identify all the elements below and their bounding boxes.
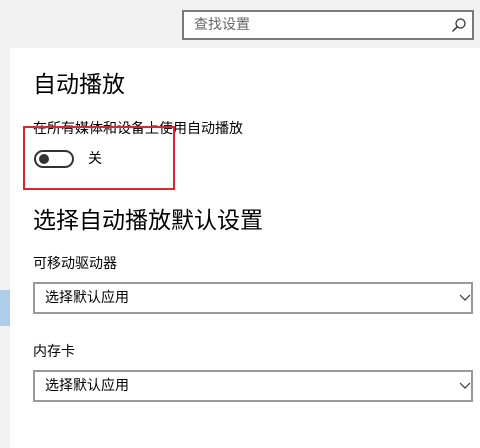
memory-card-dropdown[interactable]: 选择默认应用: [33, 370, 473, 402]
defaults-section-title: 选择自动播放默认设置: [33, 208, 263, 234]
autoplay-toggle-label: 在所有媒体和设备上使用自动播放: [33, 121, 243, 137]
nav-selected-indicator: [0, 290, 10, 326]
removable-drive-dropdown[interactable]: 选择默认应用: [33, 282, 473, 314]
top-bar: [0, 0, 480, 48]
navigation-strip: [0, 48, 10, 448]
search-icon[interactable]: [451, 17, 467, 33]
removable-drive-label: 可移动驱动器: [33, 256, 117, 272]
settings-content: 自动播放 在所有媒体和设备上使用自动播放 关 选择自动播放默认设置 可移动驱动器…: [10, 48, 480, 448]
search-box[interactable]: [182, 10, 474, 40]
chevron-down-icon: [459, 382, 471, 389]
autoplay-toggle[interactable]: [34, 150, 74, 168]
search-input[interactable]: [184, 12, 454, 38]
toggle-knob: [39, 154, 49, 164]
removable-drive-selected-value: 选择默认应用: [45, 290, 129, 306]
memory-card-selected-value: 选择默认应用: [45, 378, 129, 394]
chevron-down-icon: [459, 294, 471, 301]
autoplay-toggle-state: 关: [88, 151, 102, 167]
memory-card-label: 内存卡: [33, 344, 75, 360]
page-title: 自动播放: [33, 72, 125, 98]
